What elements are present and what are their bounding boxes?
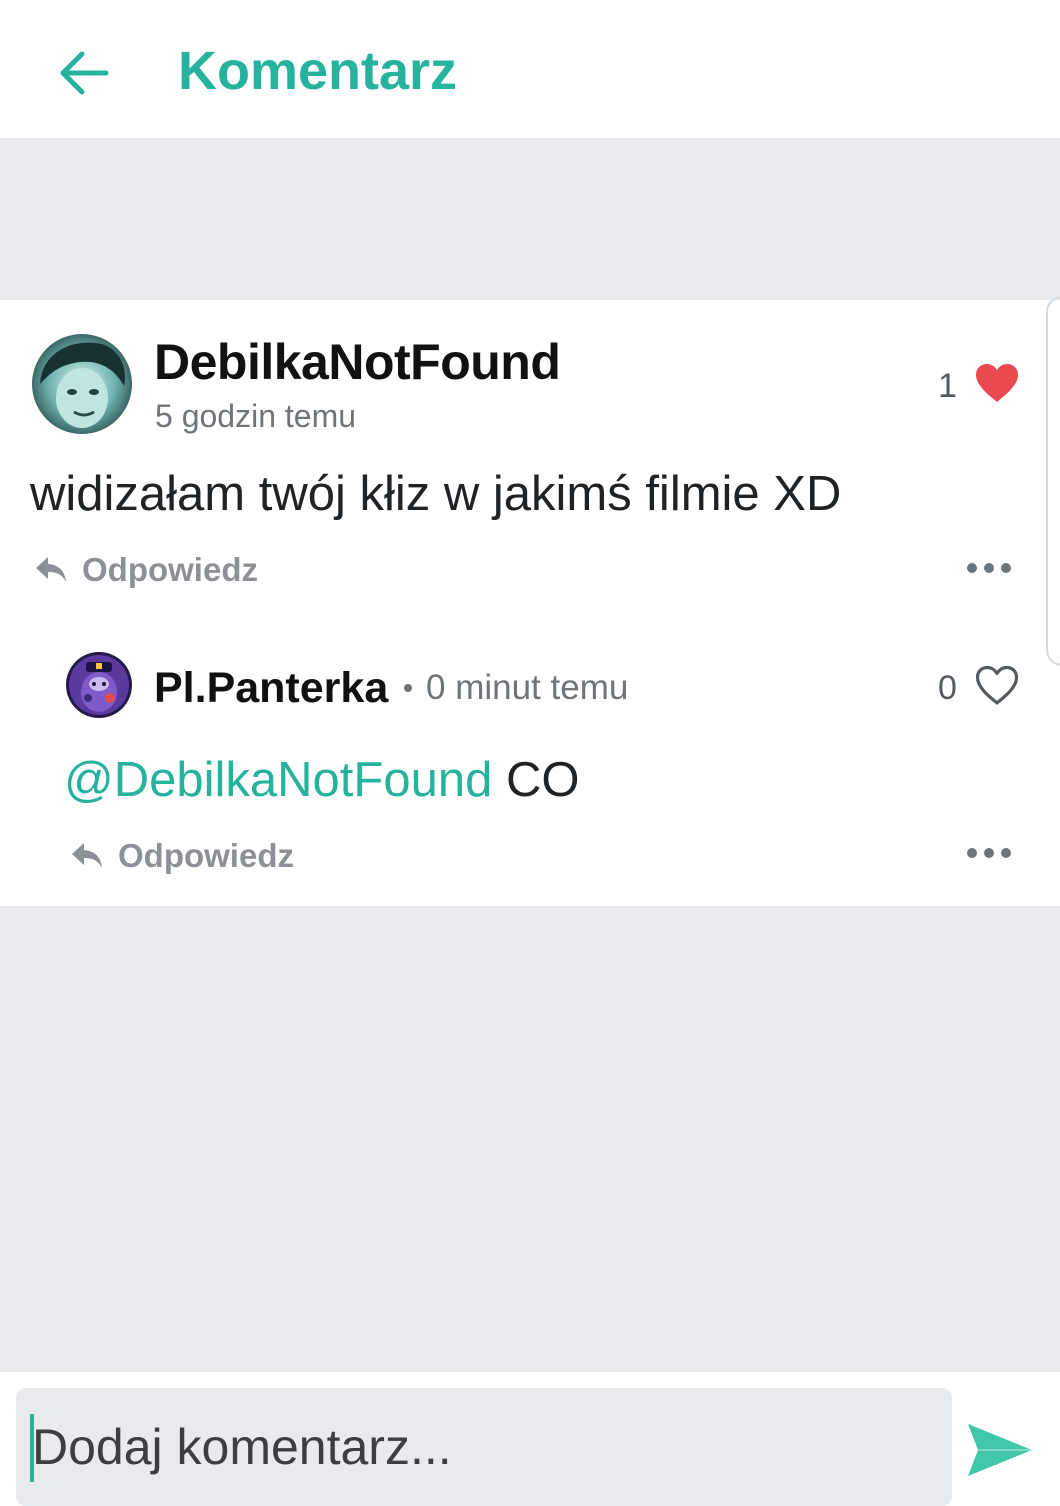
scroll-edge: [1046, 296, 1060, 666]
like-count: 0: [938, 669, 957, 707]
like-button[interactable]: [974, 362, 1020, 409]
avatar[interactable]: [66, 652, 132, 718]
like-button[interactable]: [974, 664, 1020, 711]
heart-outline-icon: [975, 665, 1019, 705]
avatar[interactable]: [32, 334, 132, 434]
more-dots-icon: [967, 848, 1011, 858]
user-avatar-image: [32, 334, 132, 434]
comment-text: widizałam twój kłiz w jakimś filmie XD: [30, 467, 842, 521]
comment-timestamp: 5 godzin temu: [155, 398, 357, 434]
reply-label: Odpowiedz: [118, 837, 294, 874]
reply-arrow-icon: [72, 843, 102, 868]
arrow-left-icon: [60, 51, 109, 95]
text-caret: [30, 1414, 34, 1482]
reply-label: Odpowiedz: [82, 551, 258, 588]
heart-filled-icon: [976, 364, 1018, 402]
mention-link[interactable]: @DebilkaNotFound: [64, 753, 492, 807]
reply-button[interactable]: Odpowiedz: [70, 836, 294, 876]
reply-button[interactable]: Odpowiedz: [34, 550, 258, 590]
reply-text: @DebilkaNotFound CO: [64, 750, 579, 810]
reply-timestamp: 0 minut temu: [426, 668, 629, 707]
back-button[interactable]: [50, 40, 116, 106]
send-icon: [968, 1424, 1032, 1476]
like-count: 1: [938, 367, 957, 405]
more-options-button[interactable]: [966, 558, 1012, 578]
app-bar: [0, 0, 1060, 138]
more-options-button[interactable]: [966, 843, 1012, 863]
comment-author[interactable]: DebilkaNotFound: [154, 332, 561, 392]
comment-input[interactable]: [16, 1388, 952, 1506]
separator-dot: [404, 684, 412, 692]
reply-arrow-icon: [36, 557, 66, 582]
more-dots-icon: [967, 563, 1011, 573]
page-title: Komentarz: [178, 41, 458, 101]
send-button[interactable]: [964, 1418, 1036, 1482]
user-avatar-image: [66, 652, 132, 718]
reply-body: CO: [492, 753, 580, 807]
reply-author[interactable]: Pl.Panterka: [154, 662, 388, 714]
